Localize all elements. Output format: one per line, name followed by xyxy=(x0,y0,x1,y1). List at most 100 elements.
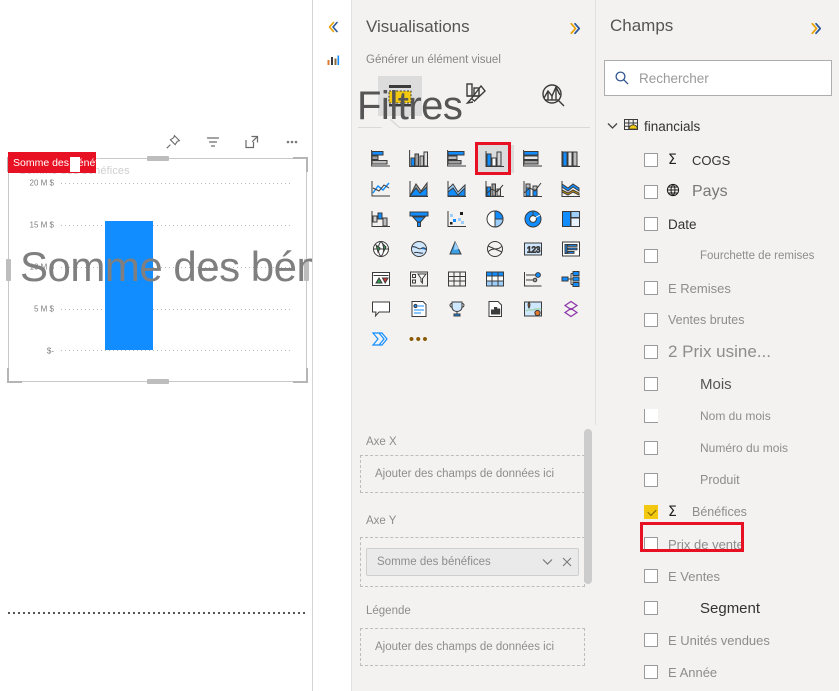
field-checkbox[interactable] xyxy=(644,185,658,199)
field-checkbox[interactable] xyxy=(644,217,658,231)
chevron-down-icon[interactable] xyxy=(604,122,620,130)
expand-champs-icon[interactable] xyxy=(808,20,825,42)
filter-icon[interactable] xyxy=(200,130,226,154)
pin-icon[interactable] xyxy=(160,130,186,154)
field-row[interactable]: Σ Bénéfices xyxy=(596,496,839,528)
field-row[interactable]: Σ COGS xyxy=(596,144,839,176)
field-checkbox[interactable] xyxy=(644,601,658,615)
field-checkbox[interactable] xyxy=(644,537,658,551)
tab-analytics[interactable] xyxy=(532,76,576,116)
visual-type-carte-numerique[interactable]: 123 xyxy=(514,235,552,263)
field-checkbox[interactable] xyxy=(644,281,658,295)
visual-type-barre-empilee[interactable] xyxy=(438,145,476,173)
visual-type-histogramme-courbe[interactable] xyxy=(476,175,514,203)
visual-type-arbre-decomposition[interactable] xyxy=(552,265,590,293)
resize-handle-top[interactable] xyxy=(146,156,169,161)
visual-type-graphique-influenceurs[interactable] xyxy=(514,265,552,293)
field-chip-somme-des-benefices[interactable]: Somme des bénéfices xyxy=(366,548,579,576)
chart-bar[interactable] xyxy=(105,220,153,350)
field-checkbox[interactable] xyxy=(644,377,658,391)
visual-type-nuage-de-points[interactable] xyxy=(438,205,476,233)
field-checkbox[interactable] xyxy=(644,665,658,679)
field-row[interactable]: Date xyxy=(596,208,839,240)
visual-type-treemap[interactable] xyxy=(552,205,590,233)
field-row[interactable]: Nom du mois xyxy=(596,400,839,432)
remove-field-icon[interactable] xyxy=(556,557,578,567)
field-row[interactable]: Fourchette de remises xyxy=(596,240,839,272)
visual-type-histogramme-groupe[interactable] xyxy=(400,145,438,173)
field-checkbox[interactable] xyxy=(644,153,658,167)
visual-type-ruban[interactable] xyxy=(552,175,590,203)
field-row[interactable]: Ventes brutes xyxy=(596,304,839,336)
search-fields-input[interactable]: Rechercher xyxy=(604,60,832,96)
visual-type-metriques[interactable] xyxy=(438,295,476,323)
field-row[interactable]: E Unités vendues xyxy=(596,624,839,656)
visual-type-python-visual[interactable] xyxy=(362,325,400,353)
visual-type-carte-arcgis[interactable] xyxy=(476,235,514,263)
well-axe-y[interactable]: Somme des bénéfices xyxy=(360,537,585,587)
visual-type-segment[interactable] xyxy=(400,265,438,293)
visual-type-carte-choroplethe[interactable] xyxy=(400,235,438,263)
visual-type-secteurs[interactable] xyxy=(476,205,514,233)
field-table-financials[interactable]: financials xyxy=(604,114,700,138)
report-canvas[interactable]: Somme des bénéfices 20 M $ 15 M $ 10 M $… xyxy=(0,0,427,691)
expand-visualisations-icon[interactable] xyxy=(567,20,584,42)
visual-type-matrice[interactable] xyxy=(476,265,514,293)
well-axe-x[interactable]: Ajouter des champs de données ici xyxy=(360,455,585,493)
field-checkbox[interactable] xyxy=(644,441,658,455)
resize-handle-bottom[interactable] xyxy=(146,379,169,384)
visual-type-histogramme-100[interactable] xyxy=(552,145,590,173)
field-row[interactable]: E Remises xyxy=(596,272,839,304)
tab-format-visual[interactable] xyxy=(455,76,499,116)
field-row[interactable]: 2 Prix usine... xyxy=(596,336,839,368)
field-checkbox[interactable] xyxy=(644,569,658,583)
field-checkbox[interactable] xyxy=(644,409,658,423)
resize-handle-right[interactable] xyxy=(304,259,309,281)
resize-handle-left[interactable] xyxy=(6,259,11,281)
field-checkbox[interactable] xyxy=(644,633,658,647)
visual-type-histogramme-empile-courbe[interactable] xyxy=(514,175,552,203)
field-row[interactable]: E Ventes xyxy=(596,560,839,592)
visual-type-narration-intelligente[interactable] xyxy=(400,295,438,323)
visual-type-barre-100[interactable] xyxy=(514,145,552,173)
field-row[interactable]: Mois xyxy=(596,368,839,400)
field-row[interactable]: Produit xyxy=(596,464,839,496)
visual-type-carte[interactable] xyxy=(362,235,400,263)
field-row[interactable]: Numéro du mois xyxy=(596,432,839,464)
column-chart-visual[interactable]: Somme des bénéfices 20 M $ 15 M $ 10 M $… xyxy=(6,156,309,384)
field-wells-scrollbar[interactable] xyxy=(584,429,592,584)
visual-type-carte-azure[interactable] xyxy=(438,235,476,263)
visual-type-entonnoir[interactable] xyxy=(400,205,438,233)
visual-type-rapport-pagine[interactable] xyxy=(476,295,514,323)
field-checkbox[interactable] xyxy=(644,505,658,519)
resize-handle-bottom-right[interactable] xyxy=(293,368,308,383)
field-row[interactable]: E Année xyxy=(596,656,839,688)
collapse-pane-icon[interactable] xyxy=(313,12,352,42)
visual-type-barre-groupee-empilee[interactable] xyxy=(362,145,400,173)
well-legende[interactable]: Ajouter des champs de données ici xyxy=(360,628,585,666)
field-checkbox[interactable] xyxy=(644,345,658,359)
visual-type-courbe[interactable] xyxy=(362,175,400,203)
visual-type-aires-empilees[interactable] xyxy=(400,175,438,203)
visual-type-plus-options[interactable]: ••• xyxy=(400,325,438,353)
field-checkbox[interactable] xyxy=(644,313,658,327)
visual-type-histogramme-groupe-selection[interactable] xyxy=(475,142,514,175)
visual-type-power-apps[interactable] xyxy=(514,295,552,323)
field-checkbox[interactable] xyxy=(644,473,658,487)
visual-type-questions-reponses[interactable] xyxy=(362,295,400,323)
field-checkbox[interactable] xyxy=(644,249,658,263)
field-row[interactable]: Segment xyxy=(596,592,839,624)
field-row[interactable]: Pays xyxy=(596,176,839,208)
visual-type-table-cartes[interactable] xyxy=(552,235,590,263)
chevron-down-icon[interactable] xyxy=(538,558,556,566)
field-row[interactable]: Prix de vente xyxy=(596,528,839,560)
more-options-icon[interactable] xyxy=(279,130,305,154)
visual-type-anneau[interactable] xyxy=(514,205,552,233)
visual-type-r-visual[interactable] xyxy=(552,295,590,323)
visualisations-rail-icon[interactable] xyxy=(313,45,352,75)
visual-type-table[interactable] xyxy=(438,265,476,293)
resize-handle-top-right[interactable] xyxy=(293,157,308,172)
visual-type-cascade[interactable] xyxy=(362,205,400,233)
tab-build-visual[interactable] xyxy=(378,76,422,116)
visual-type-kpi[interactable] xyxy=(362,265,400,293)
